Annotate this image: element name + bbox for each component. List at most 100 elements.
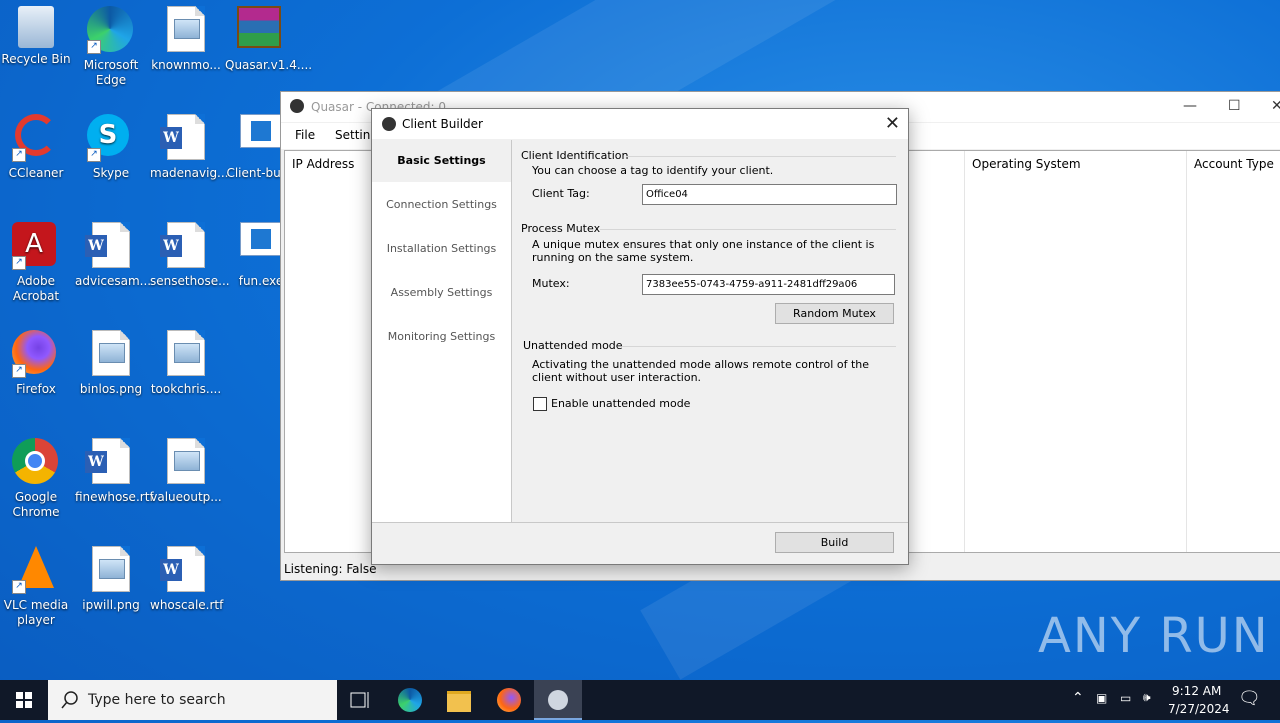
nav-monitoring-settings[interactable]: Monitoring Settings	[372, 330, 511, 343]
column-header-ip-address[interactable]: IP Address	[292, 157, 354, 171]
client-builder-dialog: Client Builder ✕ Basic Settings Connecti…	[371, 108, 909, 565]
column-divider	[1186, 151, 1187, 552]
desktop-icon-skype[interactable]: S ↗ Skype	[75, 108, 147, 181]
desktop-icon-sensethose[interactable]: W sensethose...	[150, 216, 230, 289]
desktop-icon-label: Adobe Acrobat	[12, 274, 60, 303]
dialog-titlebar[interactable]: Client Builder ✕	[372, 109, 908, 139]
mutex-input[interactable]: 7383ee55-0743-4759-a911-2481dff29a06	[642, 274, 895, 295]
mutex-label: Mutex:	[532, 277, 570, 290]
dialog-title: Client Builder	[402, 117, 483, 131]
image-file-icon	[87, 546, 135, 594]
clock-date[interactable]: 7/27/2024	[1168, 702, 1230, 716]
shortcut-arrow-icon: ↗	[12, 148, 26, 162]
nav-connection-settings[interactable]: Connection Settings	[372, 198, 511, 211]
status-bar-text: Listening: False	[284, 562, 377, 576]
image-file-icon	[162, 330, 210, 378]
desktop-icon-label: tookchris....	[150, 382, 222, 396]
desktop-icon-ipwill[interactable]: ipwill.png	[75, 540, 147, 613]
word-document-icon: W	[160, 546, 210, 594]
chrome-icon	[12, 438, 60, 486]
taskbar-search-box[interactable]: Type here to search	[48, 680, 337, 720]
desktop-icon-label: Recycle Bin	[1, 52, 71, 66]
network-icon[interactable]: ▣	[1096, 691, 1107, 705]
menu-file[interactable]: File	[295, 128, 315, 142]
nav-installation-settings[interactable]: Installation Settings	[372, 242, 511, 255]
connection-icon[interactable]: ▭	[1120, 691, 1131, 705]
nav-basic-settings[interactable]: Basic Settings	[372, 140, 511, 182]
desktop-icon-tookchris[interactable]: tookchris....	[150, 324, 222, 397]
desktop-icon-firefox[interactable]: ↗ Firefox	[0, 324, 72, 397]
notification-icon[interactable]: 🗨	[1238, 688, 1261, 709]
image-file-icon	[162, 6, 210, 54]
volume-icon[interactable]: 🕪	[1143, 690, 1151, 705]
image-file-icon	[87, 330, 135, 378]
shortcut-arrow-icon: ↗	[12, 256, 26, 270]
desktop-icon-label: knownmo...	[151, 58, 221, 72]
firefox-taskbar-icon[interactable]	[497, 688, 521, 712]
desktop-icon-label: binlos.png	[79, 382, 143, 396]
executable-icon	[237, 222, 285, 270]
minimize-icon[interactable]: —	[1183, 98, 1197, 114]
edge-icon: ↗	[87, 6, 135, 54]
random-mutex-button[interactable]: Random Mutex	[775, 303, 894, 324]
maximize-icon[interactable]: ☐	[1228, 98, 1241, 114]
close-icon[interactable]: ✕	[885, 113, 900, 134]
shortcut-arrow-icon: ↗	[87, 148, 101, 162]
unattended-mode-description: Activating the unattended mode allows re…	[532, 358, 869, 384]
desktop-icon-label: whoscale.rtf	[150, 598, 224, 612]
group-client-identification: Client Identification	[521, 149, 629, 162]
clock-time[interactable]: 9:12 AM	[1172, 684, 1221, 698]
column-divider	[964, 151, 965, 552]
edge-taskbar-icon[interactable]	[398, 688, 422, 712]
group-divider	[600, 229, 896, 230]
desktop-icon-madenavig[interactable]: W madenavig...	[150, 108, 229, 181]
windows-logo-icon	[16, 692, 32, 708]
start-button[interactable]	[0, 680, 48, 720]
desktop-icon-adobe-acrobat[interactable]: A ↗ Adobe Acrobat	[0, 216, 72, 304]
desktop-icon-advicesam[interactable]: W advicesam...	[75, 216, 152, 289]
shortcut-arrow-icon: ↗	[12, 580, 26, 594]
desktop-icon-whoscale[interactable]: W whoscale.rtf	[150, 540, 224, 613]
file-explorer-icon[interactable]	[447, 691, 471, 712]
column-header-account-type[interactable]: Account Type	[1194, 157, 1274, 171]
build-button[interactable]: Build	[775, 532, 894, 553]
search-placeholder: Type here to search	[88, 692, 226, 708]
group-divider	[622, 346, 896, 347]
ccleaner-icon: ↗	[12, 114, 60, 162]
desktop-icon-label: Skype	[92, 166, 130, 180]
desktop-icon-recycle-bin[interactable]: Recycle Bin	[0, 0, 72, 67]
desktop-icon-knownmo[interactable]: knownmo...	[150, 0, 222, 73]
client-tag-input[interactable]: Office04	[642, 184, 897, 205]
enable-unattended-checkbox[interactable]	[533, 397, 547, 411]
desktop-icon-finewhose[interactable]: W finewhose.rtf	[75, 432, 154, 505]
desktop-icon-quasar-archive[interactable]: Quasar.v1.4....	[225, 0, 312, 73]
search-icon	[61, 691, 78, 709]
desktop-icon-label: valueoutp...	[150, 490, 222, 504]
desktop-icon-microsoft-edge[interactable]: ↗ Microsoft Edge	[75, 0, 147, 88]
task-view-icon[interactable]	[348, 688, 372, 712]
quasar-app-icon	[548, 690, 568, 710]
desktop-icon-vlc[interactable]: ↗ VLC media player	[0, 540, 72, 628]
column-header-operating-system[interactable]: Operating System	[972, 157, 1081, 171]
close-icon[interactable]: ✕	[1271, 98, 1280, 114]
desktop-icon-google-chrome[interactable]: Google Chrome	[0, 432, 72, 520]
enable-unattended-label[interactable]: Enable unattended mode	[551, 397, 690, 410]
taskbar: Type here to search ⌃ ▣ ▭ 🕪 9:12 AM 7/27…	[0, 680, 1280, 720]
winrar-archive-icon	[237, 6, 285, 54]
vlc-cone-icon: ↗	[12, 546, 60, 594]
desktop-icon-ccleaner[interactable]: ↗ CCleaner	[0, 108, 72, 181]
word-document-icon: W	[85, 222, 135, 270]
desktop-icon-label: madenavig...	[150, 166, 229, 180]
word-document-icon: W	[160, 114, 210, 162]
image-file-icon	[162, 438, 210, 486]
group-divider	[626, 156, 896, 157]
group-unattended-mode: Unattended mode	[523, 339, 623, 352]
desktop-icon-label: Google Chrome	[12, 490, 60, 519]
desktop-icon-label: advicesam...	[75, 274, 152, 288]
chevron-up-icon[interactable]: ⌃	[1072, 690, 1084, 706]
quasar-taskbar-button[interactable]	[534, 680, 582, 720]
adobe-acrobat-icon: A ↗	[12, 222, 60, 270]
desktop-icon-valueoutp[interactable]: valueoutp...	[150, 432, 222, 505]
nav-assembly-settings[interactable]: Assembly Settings	[372, 286, 511, 299]
desktop-icon-binlos[interactable]: binlos.png	[75, 324, 147, 397]
